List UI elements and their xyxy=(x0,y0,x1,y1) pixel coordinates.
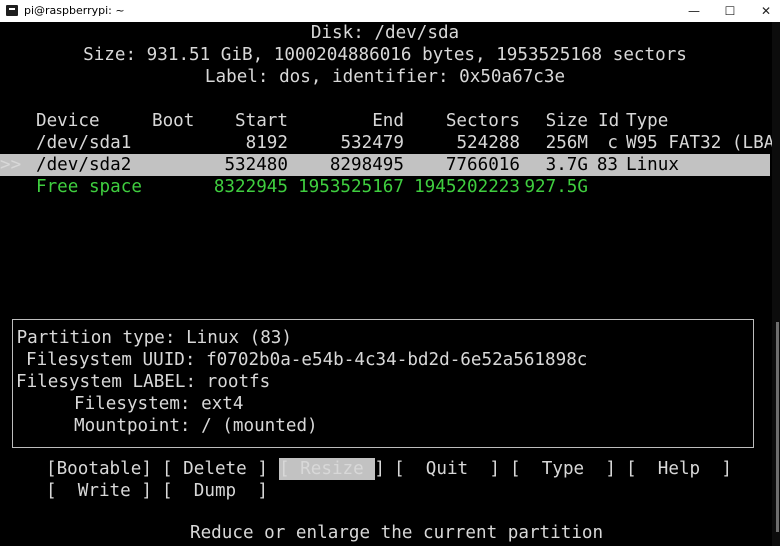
row-type: Linux xyxy=(626,155,679,175)
terminal-window: pi@raspberrypi: ~ — ☐ ✕ Disk: /dev/sda S… xyxy=(0,0,780,546)
type-button[interactable]: [ Type ] xyxy=(510,458,616,480)
resize-button[interactable]: [ Resize ] xyxy=(279,458,385,480)
row-device: /dev/sda2 xyxy=(36,155,132,175)
header-sectors: Sectors xyxy=(445,111,520,131)
disk-label-line: Label: dos, identifier: 0x50a67c3e xyxy=(204,67,566,87)
header-size: Size xyxy=(545,111,588,131)
maximize-button[interactable]: ☐ xyxy=(712,0,748,22)
dump-button[interactable]: [ Dump ] xyxy=(162,480,268,502)
delete-button[interactable]: [ Delete ] xyxy=(162,458,268,480)
scrollbar-thumb[interactable] xyxy=(776,322,779,532)
row-end: 532479 xyxy=(340,133,404,153)
row-start: 8322945 xyxy=(213,177,288,197)
row-id: c xyxy=(607,133,618,153)
header-device: Device xyxy=(36,111,100,131)
info-partition-type: Partition type: Linux (83) xyxy=(16,328,292,348)
row-end: 1953525167 xyxy=(298,177,404,197)
terminal-icon xyxy=(6,5,18,16)
write-button[interactable]: [ Write ] xyxy=(46,480,152,502)
close-button[interactable]: ✕ xyxy=(748,0,780,22)
header-type: Type xyxy=(626,111,669,131)
header-id: Id xyxy=(598,111,620,131)
window-title: pi@raspberrypi: ~ xyxy=(24,4,125,17)
row-size: 927.5G xyxy=(524,177,588,197)
row-size: 3.7G xyxy=(545,155,588,175)
row-start: 532480 xyxy=(224,155,288,175)
info-filesystem-label: Filesystem LABEL: rootfs xyxy=(16,372,271,392)
row-end: 8298495 xyxy=(329,155,404,175)
row-device: Free space xyxy=(36,177,142,197)
info-filesystem: Filesystem: ext4 xyxy=(74,394,244,414)
row-device: /dev/sda1 xyxy=(36,133,132,153)
title-bar[interactable]: pi@raspberrypi: ~ — ☐ ✕ xyxy=(0,0,780,22)
selection-marker: >> xyxy=(0,155,22,175)
bootable-button[interactable]: [Bootable] xyxy=(46,458,152,480)
info-filesystem-uuid: Filesystem UUID: f0702b0a-e54b-4c34-bd2d… xyxy=(26,350,588,370)
row-size: 256M xyxy=(545,133,588,153)
header-end: End xyxy=(372,111,404,131)
info-mountpoint: Mountpoint: / (mounted) xyxy=(74,416,318,436)
row-id: 83 xyxy=(596,155,618,175)
row-sectors: 7766016 xyxy=(445,155,520,175)
disk-heading: Disk: /dev/sda xyxy=(310,23,460,43)
row-sectors: 524288 xyxy=(456,133,520,153)
disk-size-line: Size: 931.51 GiB, 1000204886016 bytes, 1… xyxy=(83,45,687,65)
quit-button[interactable]: [ Quit ] xyxy=(394,458,500,480)
header-start: Start xyxy=(235,111,288,131)
row-sectors: 1945202223 xyxy=(414,177,520,197)
status-message: Reduce or enlarge the current partition xyxy=(190,523,604,543)
row-start: 8192 xyxy=(245,133,288,153)
help-button[interactable]: [ Help ] xyxy=(626,458,732,480)
minimize-button[interactable]: — xyxy=(676,0,712,22)
row-type: W95 FAT32 (LBA) xyxy=(626,133,780,153)
